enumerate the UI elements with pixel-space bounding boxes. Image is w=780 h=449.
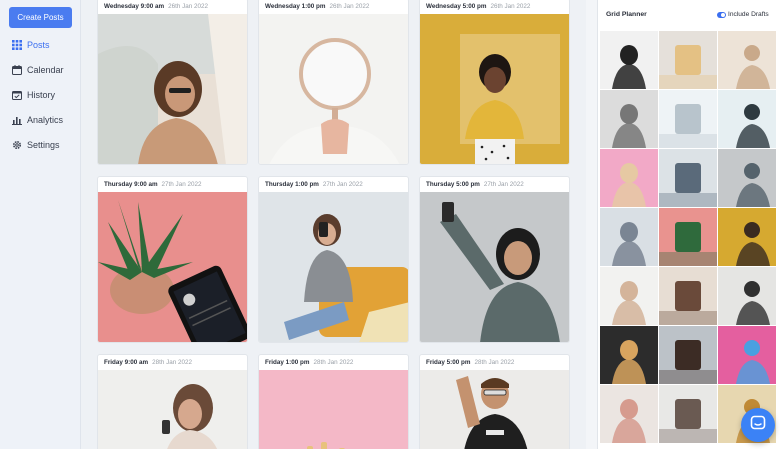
mirror-tile[interactable] [600,267,658,325]
post-feed: Wednesday 9:00 am 26th Jan 2022 Wednesday… [81,0,586,449]
polaroid-tile[interactable] [718,31,776,89]
post-card-header: Friday 1:00 pm 28th Jan 2022 [259,355,408,370]
post-date: 27th Jan 2022 [483,181,524,188]
plant-tile[interactable] [659,208,717,266]
woman-couch-selfie-photo [259,192,408,342]
sidebar-item-history[interactable]: History [11,88,55,102]
pink-backdrop-photo [259,370,408,449]
sidebar-item-label: Posts [27,40,50,50]
grid-planner: Grid Planner Include Drafts [597,0,780,449]
post-card-header: Friday 5:00 pm 28th Jan 2022 [420,355,569,370]
woman-couch-2-tile[interactable] [600,208,658,266]
post-day: Thursday 9:00 am [104,181,158,188]
planner-grid [600,31,776,443]
sidebar-item-label: Analytics [27,115,64,125]
post-date: 26th Jan 2022 [329,3,370,10]
sidebar-item-calendar[interactable]: Calendar [11,63,64,77]
colorful-tile[interactable] [718,326,776,384]
sidebar-item-settings[interactable]: Settings [11,138,60,152]
post-date: 28th Jan 2022 [152,359,193,366]
figurine-bw-tile[interactable] [600,90,658,148]
post-card[interactable]: Wednesday 1:00 pm 26th Jan 2022 [258,0,409,165]
woman-hijab-tile[interactable] [718,149,776,207]
post-card-header: Friday 9:00 am 28th Jan 2022 [98,355,247,370]
calendar-icon [11,65,22,76]
woman-couch-tile[interactable] [659,149,717,207]
woman-dark-tile[interactable] [659,326,717,384]
post-card[interactable]: Friday 1:00 pm 28th Jan 2022 [258,354,409,449]
post-day: Friday 1:00 pm [265,359,310,366]
woman-yellow-wall-photo [420,14,569,164]
post-card[interactable]: Wednesday 9:00 am 26th Jan 2022 [97,0,248,165]
phone-tile[interactable] [600,385,658,443]
create-posts-button[interactable]: Create Posts [9,7,72,28]
woman-sitting-tile[interactable] [659,385,717,443]
post-date: 28th Jan 2022 [313,359,354,366]
laptop-tile[interactable] [659,90,717,148]
sidebar-item-label: Calendar [27,65,64,75]
include-drafts-label: Include Drafts [728,11,769,18]
post-date: 27th Jan 2022 [161,181,202,188]
sidebar-item-label: History [27,90,56,100]
post-day: Friday 5:00 pm [426,359,471,366]
include-drafts-toggle[interactable] [717,12,726,18]
post-card-header: Wednesday 1:00 pm 26th Jan 2022 [259,0,408,14]
post-day: Wednesday 5:00 pm [426,3,487,10]
figurine-tile[interactable] [659,31,717,89]
post-card-header: Wednesday 9:00 am 26th Jan 2022 [98,0,247,14]
chat-launcher-button[interactable] [741,408,775,442]
sidebar-item-posts[interactable]: Posts [11,38,50,52]
planner-header: Grid Planner Include Drafts [598,9,780,23]
sidebar-item-analytics[interactable]: Analytics [11,113,63,127]
post-card[interactable]: Thursday 1:00 pm 27th Jan 2022 [258,176,409,343]
sidebar: Create Posts Posts Calendar History Anal… [0,0,81,449]
post-day: Wednesday 1:00 pm [265,3,326,10]
chat-icon [750,415,766,436]
sidebar-item-label: Settings [27,140,60,150]
planner-title: Grid Planner [606,11,647,18]
post-date: 27th Jan 2022 [322,181,363,188]
post-date: 28th Jan 2022 [474,359,515,366]
post-date: 26th Jan 2022 [490,3,531,10]
woman-yellow-tile[interactable] [718,208,776,266]
post-card[interactable]: Thursday 5:00 pm 27th Jan 2022 [419,176,570,343]
woman-laugh-tile[interactable] [659,267,717,325]
gear-icon [11,140,22,151]
post-card-header: Thursday 5:00 pm 27th Jan 2022 [420,177,569,192]
man-tile[interactable] [718,267,776,325]
post-day: Friday 9:00 am [104,359,149,366]
post-card-header: Thursday 1:00 pm 27th Jan 2022 [259,177,408,192]
woman-phone-photo [98,370,247,449]
history-icon [11,90,22,101]
woman-sunglasses-photo [98,14,247,164]
camera-tile[interactable] [600,31,658,89]
hashtag-dark-tile[interactable] [600,326,658,384]
post-card[interactable]: Friday 5:00 pm 28th Jan 2022 [419,354,570,449]
post-day: Thursday 5:00 pm [426,181,480,188]
plant-phone-photo [98,192,247,342]
post-card[interactable]: Friday 9:00 am 28th Jan 2022 [97,354,248,449]
hand-mirror-photo [259,14,408,164]
grid-icon [11,40,22,51]
post-day: Thursday 1:00 pm [265,181,319,188]
man-pointing-photo [420,370,569,449]
woman-hijab-selfie-photo [420,192,569,342]
post-day: Wednesday 9:00 am [104,3,165,10]
post-card-header: Thursday 9:00 am 27th Jan 2022 [98,177,247,192]
analytics-icon [11,115,22,126]
man-stool-tile[interactable] [718,90,776,148]
hashtag-pink-tile[interactable] [600,149,658,207]
post-card-header: Wednesday 5:00 pm 26th Jan 2022 [420,0,569,14]
post-card[interactable]: Wednesday 5:00 pm 26th Jan 2022 [419,0,570,165]
post-date: 26th Jan 2022 [168,3,209,10]
post-card[interactable]: Thursday 9:00 am 27th Jan 2022 [97,176,248,343]
